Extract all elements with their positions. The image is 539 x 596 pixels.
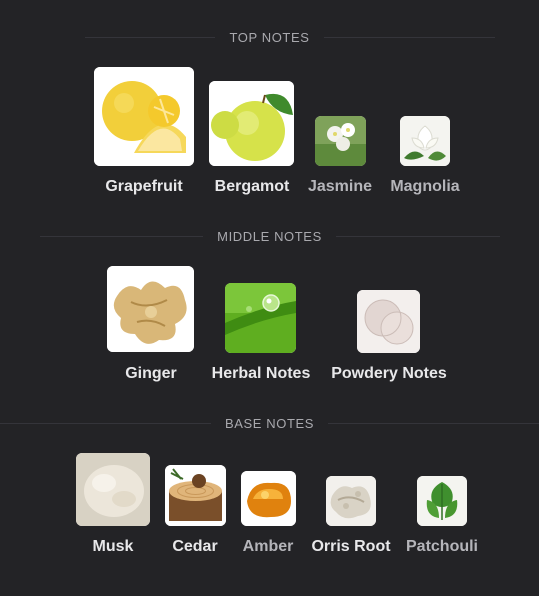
note-label: Powdery Notes: [331, 365, 447, 382]
note-label: Musk: [92, 538, 134, 555]
musk-icon: [76, 453, 150, 526]
section-title: MIDDLE NOTES: [203, 228, 336, 244]
note-label: Patchouli: [405, 538, 479, 555]
note-label: Orris Root: [311, 538, 391, 555]
note-label: Ginger: [125, 365, 177, 382]
bergamot-icon: [209, 81, 294, 166]
orris-root-icon: [326, 476, 376, 526]
patchouli-icon: [417, 476, 467, 526]
cedar-icon: [165, 465, 226, 526]
magnolia-icon: [400, 116, 450, 166]
base-notes-header: BASE NOTES: [0, 414, 539, 432]
grapefruit-icon: [94, 67, 194, 166]
herbal-notes-icon: [225, 283, 296, 353]
note-label: Cedar: [172, 538, 218, 555]
jasmine-icon: [315, 116, 366, 166]
section-title: TOP NOTES: [215, 29, 324, 45]
middle-notes-header: MIDDLE NOTES: [0, 227, 539, 245]
note-label: Herbal Notes: [211, 365, 311, 382]
section-title: BASE NOTES: [210, 415, 329, 431]
top-notes-header: TOP NOTES: [0, 28, 539, 46]
amber-icon: [241, 471, 296, 526]
note-label: Grapefruit: [105, 178, 183, 195]
powdery-notes-icon: [357, 290, 420, 353]
note-label: Jasmine: [307, 178, 373, 195]
note-label: Amber: [242, 538, 294, 555]
note-label: Bergamot: [214, 178, 290, 195]
note-label: Magnolia: [390, 178, 460, 195]
ginger-icon: [107, 266, 194, 352]
